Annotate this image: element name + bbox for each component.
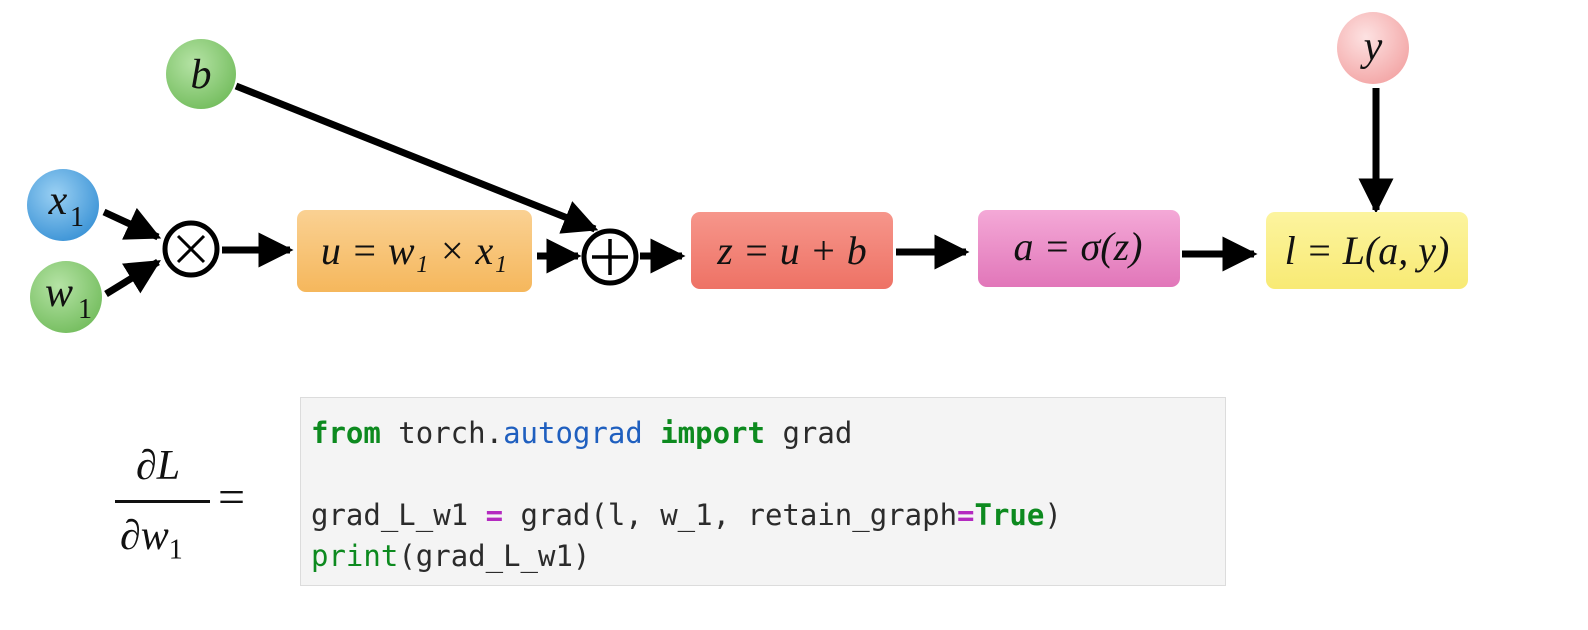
fraction-bar [115, 500, 210, 503]
edge-x1-to-multiply [102, 207, 162, 241]
keyword-from: from [311, 416, 381, 450]
module-autograd: autograd [503, 416, 643, 450]
code-text: ) [1044, 498, 1062, 532]
formula-equals: = [218, 471, 246, 524]
code-line-import: from torch.autograd import grad [311, 413, 1225, 454]
node-w1: w 1 [30, 261, 102, 333]
node-x1-subscript: 1 [70, 202, 84, 233]
code-text: torch. [380, 416, 504, 450]
code-text: grad(l, w_1, retain_graph [503, 498, 958, 532]
code-line-print: print(grad_L_w1) [311, 536, 1225, 577]
node-y: y [1337, 12, 1409, 84]
edge-w1-to-multiply [104, 259, 161, 297]
svg-text:x: x [48, 178, 68, 224]
node-y-label: y [1360, 24, 1383, 70]
box-l: l = L(a, y) [1266, 212, 1468, 289]
node-b-label: b [191, 52, 212, 98]
edge-b-to-add [234, 82, 599, 234]
code-line-grad: grad_L_w1 = grad(l, w_1, retain_graph=Tr… [311, 495, 1225, 536]
code-text: grad [764, 416, 853, 450]
code-text: grad_L_w1 [311, 498, 486, 532]
multiply-operator [162, 220, 220, 278]
node-w1-label: w [45, 270, 73, 316]
builtin-print: print [311, 539, 399, 573]
box-l-text: l = L(a, y) [1285, 228, 1450, 273]
box-a: a = σ(z) [978, 210, 1180, 287]
code-text: (grad_L_w1) [398, 539, 591, 573]
gradient-formula: ∂L ∂w1 = [108, 440, 278, 580]
operator-assign: = [485, 498, 504, 532]
formula-denominator-text: ∂w [120, 513, 169, 559]
keyword-import: import [660, 416, 765, 450]
add-operator [581, 228, 639, 286]
node-w1-subscript: 1 [78, 294, 92, 325]
box-z: z = u + b [691, 212, 893, 289]
box-u: u = w₁ × x₁ [297, 210, 532, 292]
node-x1: x 1 [27, 169, 99, 241]
node-b: b [166, 39, 236, 109]
formula-denominator: ∂w1 [120, 512, 183, 566]
box-z-text: z = u + b [716, 228, 867, 273]
formula-numerator: ∂L [136, 443, 181, 489]
box-a-text: a = σ(z) [1014, 224, 1143, 269]
node-x1-label: x [48, 178, 68, 224]
formula-denominator-subscript: 1 [168, 534, 183, 566]
svg-text:w: w [45, 270, 73, 316]
keyword-true: True [974, 498, 1045, 532]
box-u-text: u = w₁ × x₁ [321, 228, 507, 273]
code-cell[interactable]: from torch.autograd import grad grad_L_w1… [300, 397, 1226, 586]
operator-kwarg: = [957, 498, 975, 532]
